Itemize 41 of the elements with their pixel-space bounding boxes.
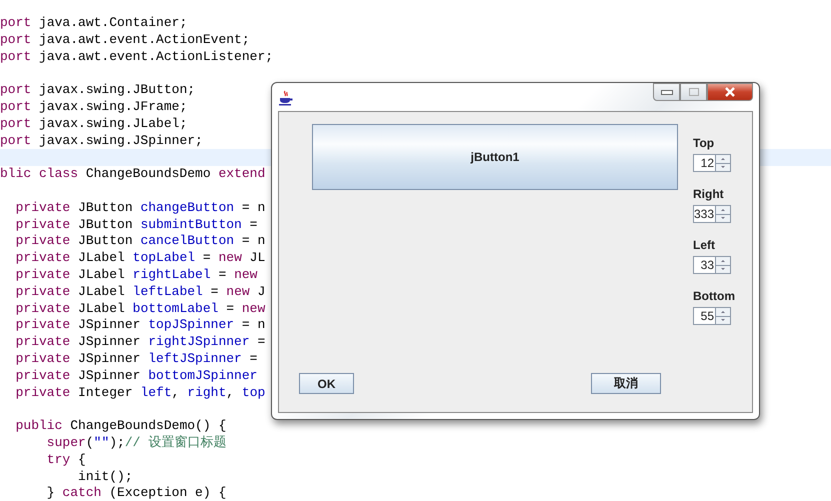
spinner-label: Bottom	[693, 289, 736, 303]
code-line: public ChangeBoundsDemo() {	[14, 418, 226, 434]
code-line: port javax.swing.JLabel;	[0, 116, 188, 131]
jbutton[interactable]: jButton1	[312, 124, 678, 190]
number-spinner[interactable]: 33	[693, 256, 731, 274]
code-line: private JSpinner topJSpinner = n	[14, 317, 266, 332]
code-line: blic class ChangeBoundsDemo extend	[0, 166, 266, 182]
code-line: private JButton changeButton = n	[14, 200, 266, 215]
code-line: port java.awt.event.ActionListener;	[0, 48, 274, 64]
code-line: port javax.swing.JSpinner;	[0, 132, 203, 148]
number-spinner[interactable]: 12	[693, 154, 731, 172]
spinner-label: Right	[693, 187, 725, 201]
code-line: private JLabel topLabel = new JL	[14, 250, 266, 266]
minimize-button[interactable]	[653, 83, 680, 101]
code-line: private JSpinner rightJSpinner =	[14, 334, 266, 350]
code-line: private JLabel leftLabel = new J	[14, 284, 266, 299]
code-line: init();	[77, 468, 133, 484]
code-line: } catch (Exception e) {	[46, 485, 226, 500]
close-icon	[724, 87, 736, 97]
spinner-label: Top	[693, 136, 716, 150]
code-line: port java.awt.Container;	[0, 15, 188, 30]
code-line: private JLabel rightLabel = new	[14, 266, 258, 282]
cancel-button[interactable]: 取消	[591, 373, 661, 394]
code-line: try {	[46, 452, 86, 467]
code-line: private Integer left, right, top	[14, 384, 266, 400]
spinner-label: Left	[693, 238, 716, 252]
number-spinner[interactable]: 333	[693, 205, 731, 223]
coffee-cup-icon	[278, 90, 294, 106]
maximize-button[interactable]	[680, 83, 707, 101]
code-line: port javax.swing.JFrame;	[0, 98, 188, 114]
number-spinner[interactable]: 55	[693, 307, 731, 325]
code-line: port java.awt.event.ActionEvent;	[0, 32, 250, 47]
code-line: private JSpinner leftJSpinner =	[14, 350, 258, 366]
code-line: private JLabel bottomLabel = new	[14, 300, 266, 316]
code-line: private JSpinner bottomJSpinner	[14, 368, 258, 383]
close-button[interactable]	[707, 83, 753, 101]
code-line: private JButton cancelButton = n	[14, 233, 266, 248]
code-line: super("");// 设置窗口标题	[46, 434, 226, 450]
code-line: port javax.swing.JButton;	[0, 82, 196, 98]
ok-button[interactable]: OK	[299, 373, 354, 394]
code-line: private JButton submintButton =	[14, 216, 258, 232]
